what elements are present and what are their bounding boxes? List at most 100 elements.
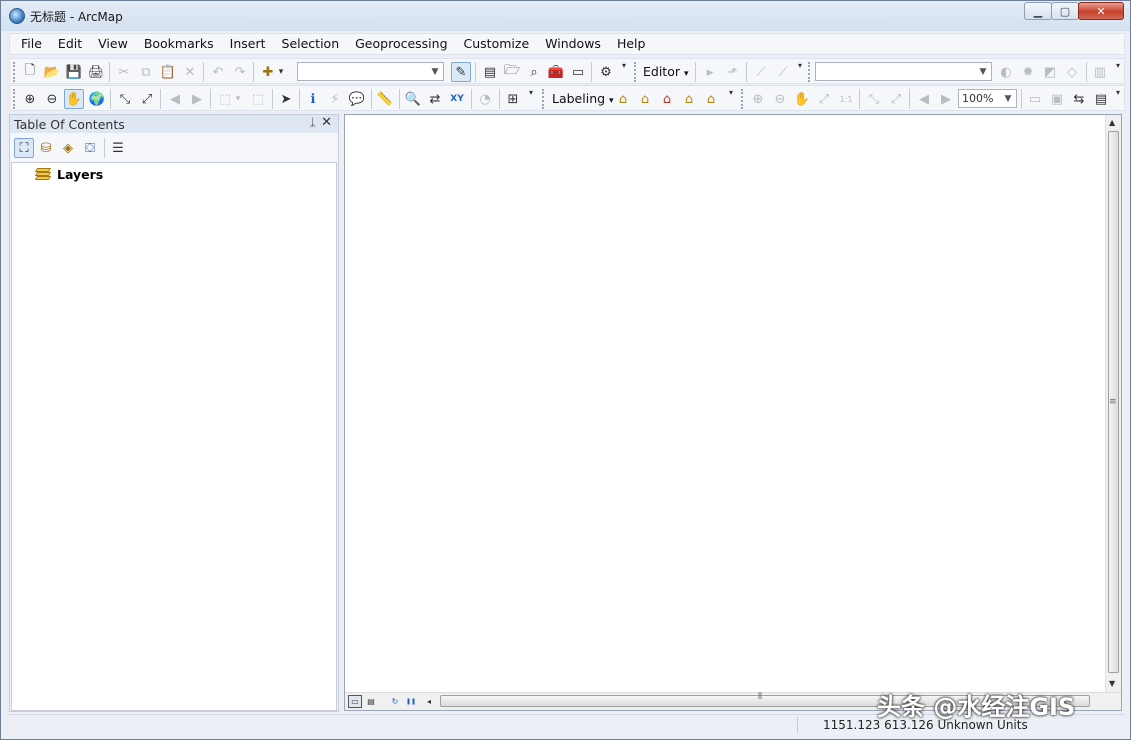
menu-windows[interactable]: Windows — [537, 34, 609, 54]
menu-help[interactable]: Help — [609, 34, 654, 54]
layout-zoom-in-icon[interactable]: ⊕ — [748, 89, 768, 109]
toggle-draft-mode-icon[interactable]: ▭ — [1025, 89, 1045, 109]
label-weight-icon[interactable]: ⌂ — [657, 89, 677, 109]
toolbar-grip[interactable] — [634, 62, 637, 82]
shape-icon[interactable]: ◇ — [1062, 62, 1082, 82]
view-unplaced-labels-icon[interactable]: ⌂ — [701, 89, 721, 109]
edit-vertices-icon[interactable]: ⬏ — [722, 62, 742, 82]
add-data-dropdown-icon[interactable]: ▾ — [275, 62, 287, 82]
focus-data-frame-icon[interactable]: ▣ — [1047, 89, 1067, 109]
next-extent-icon[interactable]: ▶ — [936, 89, 956, 109]
close-button[interactable]: ✕ — [1078, 2, 1124, 20]
full-extent-icon[interactable]: 🌍 — [87, 89, 107, 109]
python-window-icon[interactable]: ▭ — [568, 62, 588, 82]
magnifier-icon[interactable]: ⊞ — [503, 89, 523, 109]
straight-segment-icon[interactable]: ⟋ — [751, 62, 771, 82]
fixed-zoom-out-layout-icon[interactable]: ⤢ — [886, 89, 906, 109]
list-by-visibility-icon[interactable]: ◈ — [58, 138, 78, 158]
table-window-icon[interactable]: ▤ — [480, 62, 500, 82]
menu-bookmarks[interactable]: Bookmarks — [136, 34, 222, 54]
toolbar-grip[interactable] — [13, 62, 16, 82]
back-extent-icon[interactable]: ◀ — [165, 89, 185, 109]
labeling-menu[interactable]: Labeling ▾ — [552, 89, 614, 109]
html-popup-icon[interactable]: 💬 — [347, 89, 367, 109]
toc-close-icon[interactable]: ✕ — [321, 115, 332, 130]
print-icon[interactable]: 🖨 — [86, 62, 106, 82]
menu-geoprocessing[interactable]: Geoprocessing — [347, 34, 455, 54]
data-driven-pages-icon[interactable]: ▤ — [1091, 89, 1111, 109]
layout-zoom-out-icon[interactable]: ⊖ — [770, 89, 790, 109]
change-layout-icon[interactable]: ⇆ — [1069, 89, 1089, 109]
tile-icon[interactable]: ◩ — [1040, 62, 1060, 82]
menu-view[interactable]: View — [90, 34, 136, 54]
toolbar-grip[interactable] — [741, 89, 744, 109]
toolbar-grip[interactable] — [808, 62, 811, 82]
arctoolbox-icon[interactable]: 🧰 — [546, 62, 566, 82]
previous-extent-icon[interactable]: ◀ — [914, 89, 934, 109]
more-tools-icon[interactable]: ▥ — [1090, 62, 1110, 82]
label-manager-icon[interactable]: ⌂ — [613, 89, 633, 109]
forward-extent-icon[interactable]: ▶ — [187, 89, 207, 109]
pause-drawing-icon[interactable]: ❚❚ — [404, 695, 418, 708]
lock-labels-icon[interactable]: ⌂ — [679, 89, 699, 109]
list-by-selection-icon[interactable]: ⛋ — [80, 138, 100, 158]
delete-icon[interactable]: ✕ — [180, 62, 200, 82]
layer-combo[interactable]: ▼ — [815, 62, 992, 81]
time-slider-icon[interactable]: ◔ — [475, 89, 495, 109]
list-by-drawing-order-icon[interactable]: ⛶ — [14, 138, 34, 158]
measure-icon[interactable]: 📏 — [375, 89, 395, 109]
clear-selection-icon[interactable]: ⬚ — [248, 89, 268, 109]
toolbar-overflow-icon[interactable]: ▾ — [726, 88, 736, 110]
cut-icon[interactable]: ✂ — [114, 62, 134, 82]
open-icon[interactable]: 📂 — [42, 62, 62, 82]
scroll-down-icon[interactable]: ▼ — [1109, 679, 1115, 688]
menu-edit[interactable]: Edit — [50, 34, 90, 54]
save-icon[interactable]: 💾 — [64, 62, 84, 82]
hyperlink-icon[interactable]: ⚡ — [325, 89, 345, 109]
paste-icon[interactable]: 📋 — [158, 62, 178, 82]
maximize-button[interactable]: ▢ — [1051, 2, 1079, 20]
undo-icon[interactable]: ↶ — [208, 62, 228, 82]
new-document-icon[interactable]: 🗋 — [20, 62, 40, 82]
trace-icon[interactable]: ⟋ — [773, 62, 793, 82]
scroll-up-icon[interactable]: ▲ — [1109, 118, 1115, 127]
refresh-icon[interactable]: ↻ — [388, 695, 402, 708]
chevron-down-icon[interactable]: ▼ — [429, 65, 441, 78]
toolbar-grip[interactable] — [542, 89, 545, 109]
identify-icon[interactable]: ℹ — [303, 89, 323, 109]
modelbuilder-icon[interactable]: ⚙ — [596, 62, 616, 82]
toolbar-grip[interactable] — [13, 89, 16, 109]
sun-icon[interactable]: ✹ — [1018, 62, 1038, 82]
editor-toolbar-icon[interactable]: ✎ — [451, 62, 471, 82]
pan-icon[interactable]: ✋ — [64, 89, 84, 109]
layout-zoom-combo[interactable]: 100% ▼ — [958, 89, 1017, 108]
find-route-icon[interactable]: ⇄ — [425, 89, 445, 109]
menu-customize[interactable]: Customize — [456, 34, 538, 54]
fixed-zoom-in-layout-icon[interactable]: ⤡ — [864, 89, 884, 109]
select-elements-icon[interactable]: ➤ — [276, 89, 296, 109]
fixed-zoom-in-icon[interactable]: ⤡ — [115, 89, 135, 109]
toolbar-overflow-icon[interactable]: ▾ — [1113, 61, 1123, 83]
map-display[interactable]: ▲ ≡ ▼ ▭ ▤ ↻ ❚❚ ◂ ⦀ — [344, 114, 1122, 711]
copy-icon[interactable]: ⧉ — [136, 62, 156, 82]
toolbar-overflow-icon[interactable]: ▾ — [1113, 88, 1123, 110]
label-priority-icon[interactable]: ⌂ — [635, 89, 655, 109]
vertical-scrollbar[interactable]: ▲ ≡ ▼ — [1105, 115, 1121, 693]
shade-icon[interactable]: ◐ — [996, 62, 1016, 82]
editor-menu[interactable]: Editor ▾ — [643, 62, 689, 82]
toolbar-overflow-icon[interactable]: ▾ — [526, 88, 536, 110]
layout-pan-icon[interactable]: ✋ — [792, 89, 812, 109]
menu-file[interactable]: File — [10, 34, 50, 54]
data-view-icon[interactable]: ▭ — [348, 695, 362, 708]
go-to-xy-icon[interactable]: XY — [447, 89, 467, 109]
menu-insert[interactable]: Insert — [222, 34, 274, 54]
fixed-zoom-out-icon[interactable]: ⤢ — [137, 89, 157, 109]
catalog-window-icon[interactable]: 🗁 — [502, 62, 522, 82]
search-window-icon[interactable]: ⌕ — [524, 62, 544, 82]
chevron-down-icon[interactable]: ▼ — [977, 65, 989, 78]
find-icon[interactable]: 🔍 — [403, 89, 423, 109]
minimize-button[interactable]: ▁ — [1024, 2, 1052, 20]
zoom-in-icon[interactable]: ⊕ — [20, 89, 40, 109]
zoom-whole-page-icon[interactable]: ⤢ — [814, 89, 834, 109]
toc-options-icon[interactable]: ☰ — [108, 138, 128, 158]
